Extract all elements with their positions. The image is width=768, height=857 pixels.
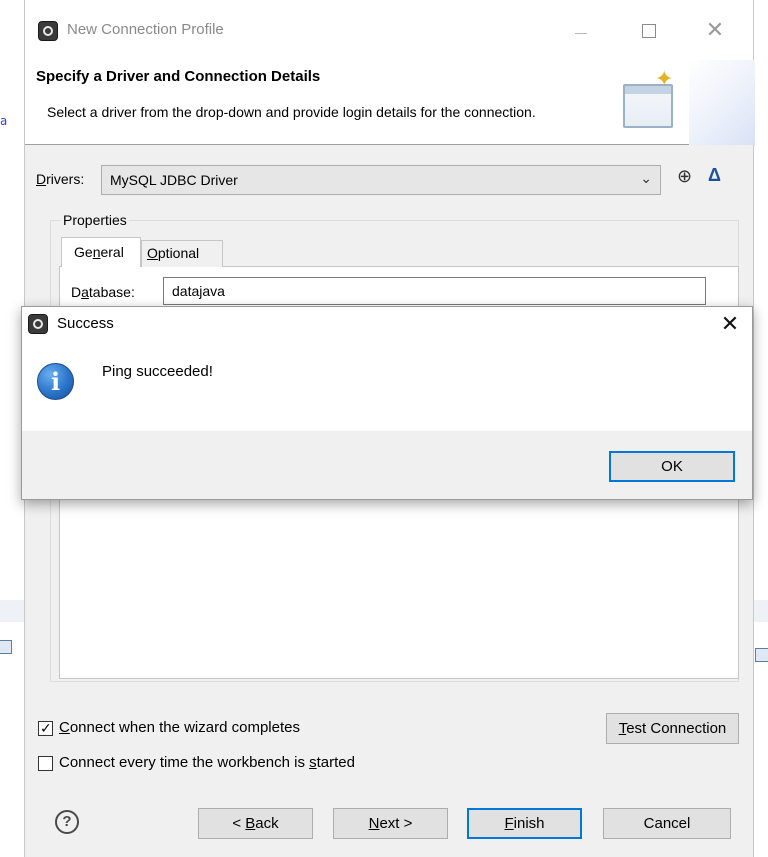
close-icon[interactable]: ✕ <box>703 16 727 44</box>
connect-every-time-checkbox[interactable] <box>38 756 53 771</box>
background-editor-text: al <box>0 114 8 128</box>
connect-when-completes-checkbox[interactable] <box>38 718 53 738</box>
ok-button[interactable]: OK <box>609 451 735 482</box>
maximize-icon[interactable] <box>642 24 656 38</box>
banner-star-icon: ✦ <box>655 66 674 91</box>
help-icon[interactable]: ? <box>55 810 79 834</box>
background-strip-right <box>754 600 768 622</box>
new-driver-definition-icon[interactable]: ⊕ <box>677 166 699 188</box>
test-connection-button[interactable]: Test Connection <box>606 713 739 744</box>
wizard-page-description: Select a driver from the drop-down and p… <box>47 104 536 120</box>
wizard-banner-icon: ✦ <box>619 66 681 132</box>
drivers-label: Drivers: <box>36 171 85 187</box>
chevron-down-icon: ⌄ <box>640 170 652 186</box>
cancel-button[interactable]: Cancel <box>603 808 731 839</box>
success-message: Ping succeeded! <box>102 363 213 380</box>
connect-when-completes-label[interactable]: Connect when the wizard completes <box>59 719 300 736</box>
success-dialog-titlebar: Success ✕ <box>22 307 752 341</box>
wizard-window-title: New Connection Profile <box>67 21 224 38</box>
connect-every-time-label[interactable]: Connect every time the workbench is star… <box>59 754 355 771</box>
drivers-selected-value: MySQL JDBC Driver <box>110 172 238 188</box>
tab-general[interactable]: General <box>61 237 141 267</box>
close-icon[interactable]: ✕ <box>718 309 742 339</box>
properties-legend: Properties <box>61 212 129 228</box>
success-dialog-body <box>22 341 752 431</box>
wizard-page-title: Specify a Driver and Connection Details <box>36 68 321 85</box>
next-button[interactable]: Next > <box>333 808 448 839</box>
back-button[interactable]: < Back <box>198 808 313 839</box>
database-label: Database: <box>71 284 135 300</box>
success-dialog: Success ✕ i Ping succeeded! OK <box>21 306 753 500</box>
minimize-icon[interactable] <box>575 33 587 34</box>
success-dialog-title: Success <box>57 315 114 332</box>
eclipse-app-icon <box>38 21 58 41</box>
database-field[interactable]: datajava <box>163 277 706 305</box>
tab-optional[interactable]: Optional <box>141 240 223 267</box>
background-strip-left <box>0 600 24 622</box>
information-icon: i <box>37 363 74 400</box>
wizard-header: Specify a Driver and Connection Details … <box>25 60 755 145</box>
background-panel-icon <box>755 648 768 662</box>
eclipse-app-icon <box>28 314 48 334</box>
edit-driver-definition-icon[interactable]: Δ <box>708 165 730 187</box>
drivers-dropdown[interactable]: MySQL JDBC Driver ⌄ <box>101 165 661 195</box>
background-console-icon <box>0 640 12 654</box>
finish-button[interactable]: Finish <box>467 808 582 839</box>
header-gradient <box>689 60 755 145</box>
wizard-titlebar: New Connection Profile ✕ <box>25 0 753 60</box>
